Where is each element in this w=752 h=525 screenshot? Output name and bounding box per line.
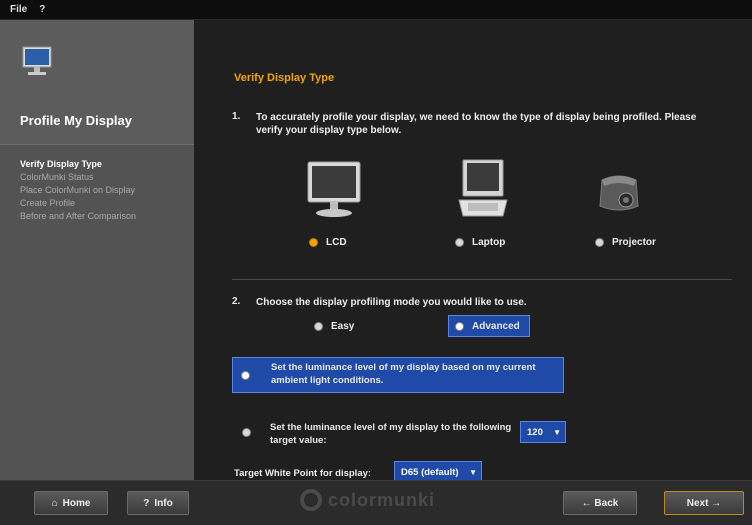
laptop-icon [458,159,508,217]
chevron-down-icon: ▼ [469,467,477,477]
projector-radio[interactable] [595,238,604,247]
device-lcd-option[interactable]: LCD [309,237,347,248]
lcd-radio[interactable] [309,238,318,247]
home-button[interactable]: ⌂ Home [34,491,108,515]
mode-easy-option[interactable]: Easy [314,321,354,332]
step2-number: 2. [232,296,241,307]
home-icon: ⌂ [51,497,58,509]
white-point-label: Target White Point for display: [234,468,372,479]
logo-ring-icon [300,489,322,511]
menu-help[interactable]: ? [39,4,45,15]
step1-text: To accurately profile your display, we n… [256,112,697,136]
device-projector[interactable] [596,172,642,219]
step1-number: 1. [232,111,241,122]
device-laptop-option[interactable]: Laptop [455,237,505,248]
next-button[interactable]: Next → [664,491,744,515]
projector-label: Projector [612,237,656,248]
easy-radio[interactable] [314,322,323,331]
footer-bar: ⌂ Home ? Info colormunki ← Back Next → [0,480,752,525]
projector-icon [599,175,639,211]
luminance-target-value: 120 [527,426,543,438]
chevron-down-icon: ▼ [553,427,561,437]
colormunki-logo: colormunki [300,489,435,511]
back-button[interactable]: ← Back [563,491,637,515]
device-laptop[interactable] [458,158,508,225]
step-verify-display: Verify Display Type [20,159,102,169]
sidebar-title: Profile My Display [20,113,132,128]
laptop-label: Laptop [472,237,506,248]
display-icon [22,46,52,75]
white-point-value: D65 (default) [401,466,459,478]
step-colormunki-status: ColorMunki Status [20,172,94,182]
help-icon: ? [143,497,150,509]
luminance-ambient-radio[interactable] [241,371,250,380]
menu-bar: File ? [0,0,752,20]
luminance-ambient-option[interactable]: Set the luminance level of my display ba… [232,357,564,393]
lcd-monitor-icon [307,161,361,217]
luminance-target-select[interactable]: 120 ▼ [520,421,566,443]
luminance-target-label: Set the luminance level of my display to… [270,422,512,446]
page-title: Verify Display Type [234,72,335,84]
sidebar-header: Profile My Display [0,20,194,145]
luminance-ambient-label: Set the luminance level of my display ba… [271,362,536,386]
back-label: ← Back [581,497,619,509]
step-create-profile: Create Profile [20,198,76,208]
mode-advanced-option[interactable]: Advanced [448,315,530,337]
luminance-target-radio[interactable] [242,428,251,437]
step-before-after: Before and After Comparison [20,211,137,221]
step-list: Verify Display Type ColorMunki Status Pl… [0,145,194,223]
advanced-label: Advanced [472,320,520,332]
main-panel: Verify Display Type 1. To accurately pro… [194,20,752,483]
next-label: Next → [686,497,722,509]
device-projector-option[interactable]: Projector [595,237,656,248]
advanced-radio[interactable] [455,321,464,331]
menu-file[interactable]: File [10,4,27,15]
home-label: Home [62,497,91,509]
easy-label: Easy [331,321,355,332]
device-lcd[interactable] [306,160,362,223]
divider [232,279,732,280]
info-label: Info [154,497,173,509]
logo-text: colormunki [328,489,436,510]
step2-text: Choose the display profiling mode you wo… [256,297,527,308]
info-button[interactable]: ? Info [127,491,189,515]
laptop-radio[interactable] [455,238,464,247]
sidebar: Profile My Display Verify Display Type C… [0,20,194,480]
step-place-colormunki: Place ColorMunki on Display [20,185,136,195]
lcd-label: LCD [326,237,347,248]
